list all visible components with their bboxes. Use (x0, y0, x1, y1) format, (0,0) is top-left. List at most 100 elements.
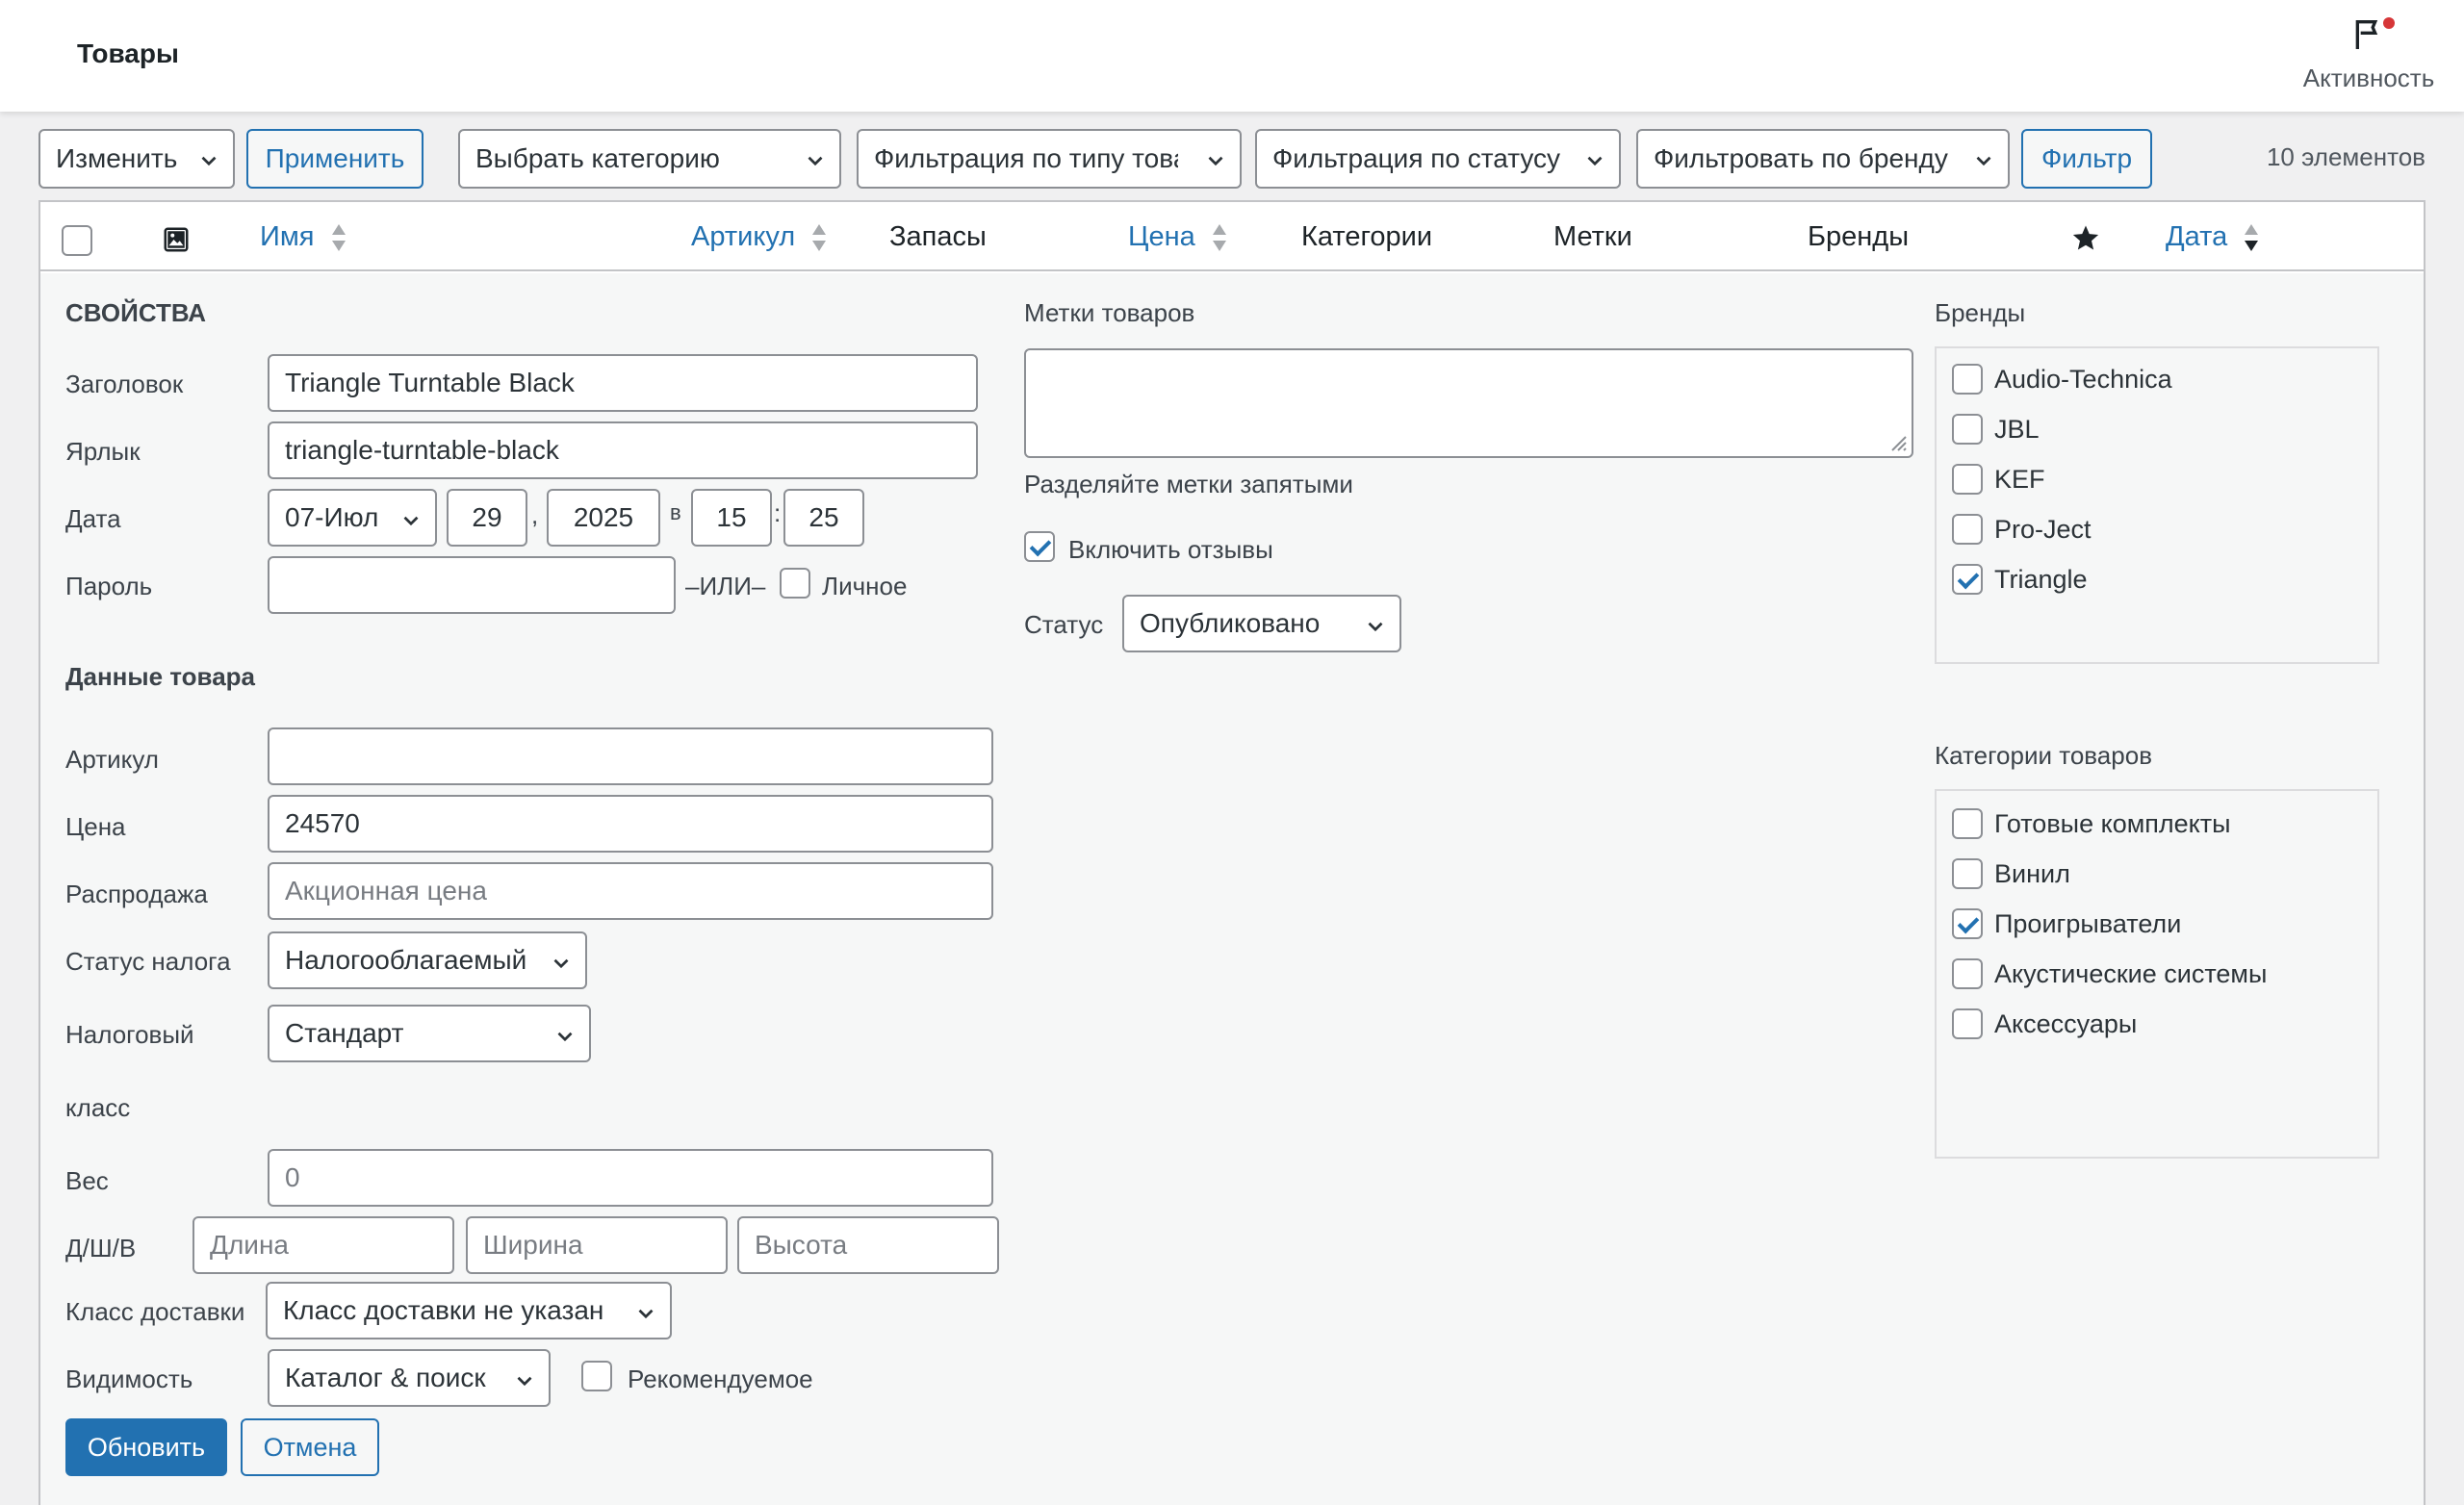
tax-class-select[interactable]: Стандарт (268, 1005, 591, 1062)
category-item[interactable]: Проигрыватели (1952, 905, 2181, 943)
slug-input[interactable]: triangle-turntable-black (268, 421, 978, 479)
month-value: 07-Июл (285, 502, 379, 532)
product-data-heading: Данные товара (65, 662, 255, 691)
category-filter-select[interactable]: Выбрать категорию (458, 129, 841, 189)
type-filter-value: Фильтрация по типу товара (874, 143, 1178, 173)
shipping-class-label: Класс доставки (65, 1297, 245, 1326)
brand-checkbox[interactable] (1952, 564, 1983, 595)
sort-icon (1212, 224, 1226, 252)
brands-checklist: Audio-Technica JBL KEF Pro-Ject Triangle (1935, 346, 2379, 664)
password-input[interactable] (268, 556, 676, 614)
price-label: Цена (65, 812, 126, 841)
products-table: Имя Артикул Запасы Цена Категории Метки … (38, 200, 2426, 1505)
tags-textarea[interactable] (1024, 348, 1913, 458)
brand-checkbox[interactable] (1952, 464, 1983, 495)
brand-checkbox[interactable] (1952, 364, 1983, 395)
column-stock: Запасы (889, 221, 987, 252)
update-button[interactable]: Обновить (65, 1418, 227, 1476)
star-icon[interactable] (2071, 223, 2100, 252)
column-name-label: Имя (260, 221, 315, 252)
category-checkbox[interactable] (1952, 908, 1983, 939)
price-input[interactable]: 24570 (268, 795, 993, 853)
status-label: Статус (1024, 610, 1104, 639)
height-input[interactable]: Высота (737, 1216, 999, 1274)
chevron-down-icon (517, 1376, 532, 1387)
category-checkbox[interactable] (1952, 1008, 1983, 1039)
chevron-down-icon (553, 958, 569, 969)
enable-reviews-checkbox[interactable] (1024, 531, 1055, 562)
sku-label: Артикул (65, 745, 159, 774)
apply-button[interactable]: Применить (246, 129, 424, 189)
activity-button[interactable]: Активность (2297, 15, 2441, 102)
visibility-value: Каталог & поиск (285, 1363, 486, 1392)
status-filter-select[interactable]: Фильтрация по статусу (1255, 129, 1621, 189)
category-item[interactable]: Винил (1952, 855, 2070, 893)
column-date[interactable]: Дата (2166, 221, 2260, 253)
private-checkbox[interactable] (780, 568, 810, 599)
visibility-select[interactable]: Каталог & поиск (268, 1349, 551, 1407)
brand-item[interactable]: Triangle (1952, 560, 2088, 599)
category-label: Аксессуары (1994, 1008, 2138, 1038)
column-name[interactable]: Имя (260, 221, 347, 253)
length-input[interactable]: Длина (192, 1216, 454, 1274)
day-input[interactable]: 29 (447, 489, 527, 547)
chevron-down-icon (201, 156, 217, 166)
sort-icon (812, 224, 827, 252)
items-count: 10 элементов (2266, 142, 2426, 171)
weight-input[interactable]: 0 (268, 1149, 993, 1207)
column-price[interactable]: Цена (1128, 221, 1228, 253)
time-colon: : (774, 498, 782, 527)
brand-checkbox[interactable] (1952, 414, 1983, 445)
year-input[interactable]: 2025 (547, 489, 660, 547)
brand-item[interactable]: Audio-Technica (1952, 360, 2172, 398)
type-filter-select[interactable]: Фильтрация по типу товара (857, 129, 1242, 189)
tax-status-select[interactable]: Налогооблагаемый (268, 931, 587, 989)
tax-class-value: Стандарт (285, 1018, 404, 1048)
tax-class-label: Налоговый (65, 1020, 194, 1049)
status-select[interactable]: Опубликовано (1122, 595, 1401, 652)
chevron-down-icon (1976, 156, 1991, 166)
column-sku[interactable]: Артикул (691, 221, 828, 253)
sku-input[interactable] (268, 727, 993, 785)
hour-input[interactable]: 15 (691, 489, 772, 547)
filter-button[interactable]: Фильтр (2021, 129, 2152, 189)
weight-label: Вес (65, 1166, 109, 1195)
brand-item[interactable]: JBL (1952, 410, 2040, 448)
column-categories: Категории (1301, 221, 1433, 252)
cancel-button[interactable]: Отмена (241, 1418, 379, 1476)
quick-edit-panel: СВОЙСТВА Заголовок Triangle Turntable Bl… (40, 273, 2424, 1505)
category-item[interactable]: Аксессуары (1952, 1005, 2137, 1043)
shipping-class-select[interactable]: Класс доставки не указан (266, 1282, 672, 1339)
brand-filter-value: Фильтровать по бренду (1654, 143, 1948, 173)
or-label: –ИЛИ– (685, 572, 766, 600)
category-checkbox[interactable] (1952, 808, 1983, 839)
featured-checkbox[interactable] (581, 1361, 612, 1391)
select-all-checkbox[interactable] (62, 225, 92, 256)
category-checkbox[interactable] (1952, 958, 1983, 989)
minute-input[interactable]: 25 (783, 489, 864, 547)
brand-label: KEF (1994, 464, 2045, 494)
column-brands: Бренды (1808, 221, 1910, 252)
bulk-action-select[interactable]: Изменить (38, 129, 235, 189)
category-item[interactable]: Готовые комплекты (1952, 804, 2231, 843)
notification-dot (2383, 17, 2395, 29)
brand-label: Pro-Ject (1994, 514, 2092, 544)
category-label: Готовые комплекты (1994, 808, 2231, 838)
tags-heading: Метки товаров (1024, 298, 1195, 327)
tax-status-label: Статус налога (65, 947, 231, 976)
activity-label: Активность (2302, 64, 2435, 92)
brand-checkbox[interactable] (1952, 514, 1983, 545)
sale-price-input[interactable]: Акционная цена (268, 862, 993, 920)
month-select[interactable]: 07-Июл (268, 489, 437, 547)
brand-item[interactable]: KEF (1952, 460, 2045, 498)
category-item[interactable]: Акустические системы (1952, 955, 2267, 993)
chevron-down-icon (403, 516, 419, 526)
title-input[interactable]: Triangle Turntable Black (268, 354, 978, 412)
resize-grip-icon[interactable] (1885, 429, 1908, 452)
category-checkbox[interactable] (1952, 858, 1983, 889)
brand-item[interactable]: Pro-Ject (1952, 510, 2092, 548)
sale-label: Распродажа (65, 880, 208, 908)
column-sku-label: Артикул (691, 221, 796, 252)
width-input[interactable]: Ширина (466, 1216, 728, 1274)
brand-filter-select[interactable]: Фильтровать по бренду (1636, 129, 2010, 189)
